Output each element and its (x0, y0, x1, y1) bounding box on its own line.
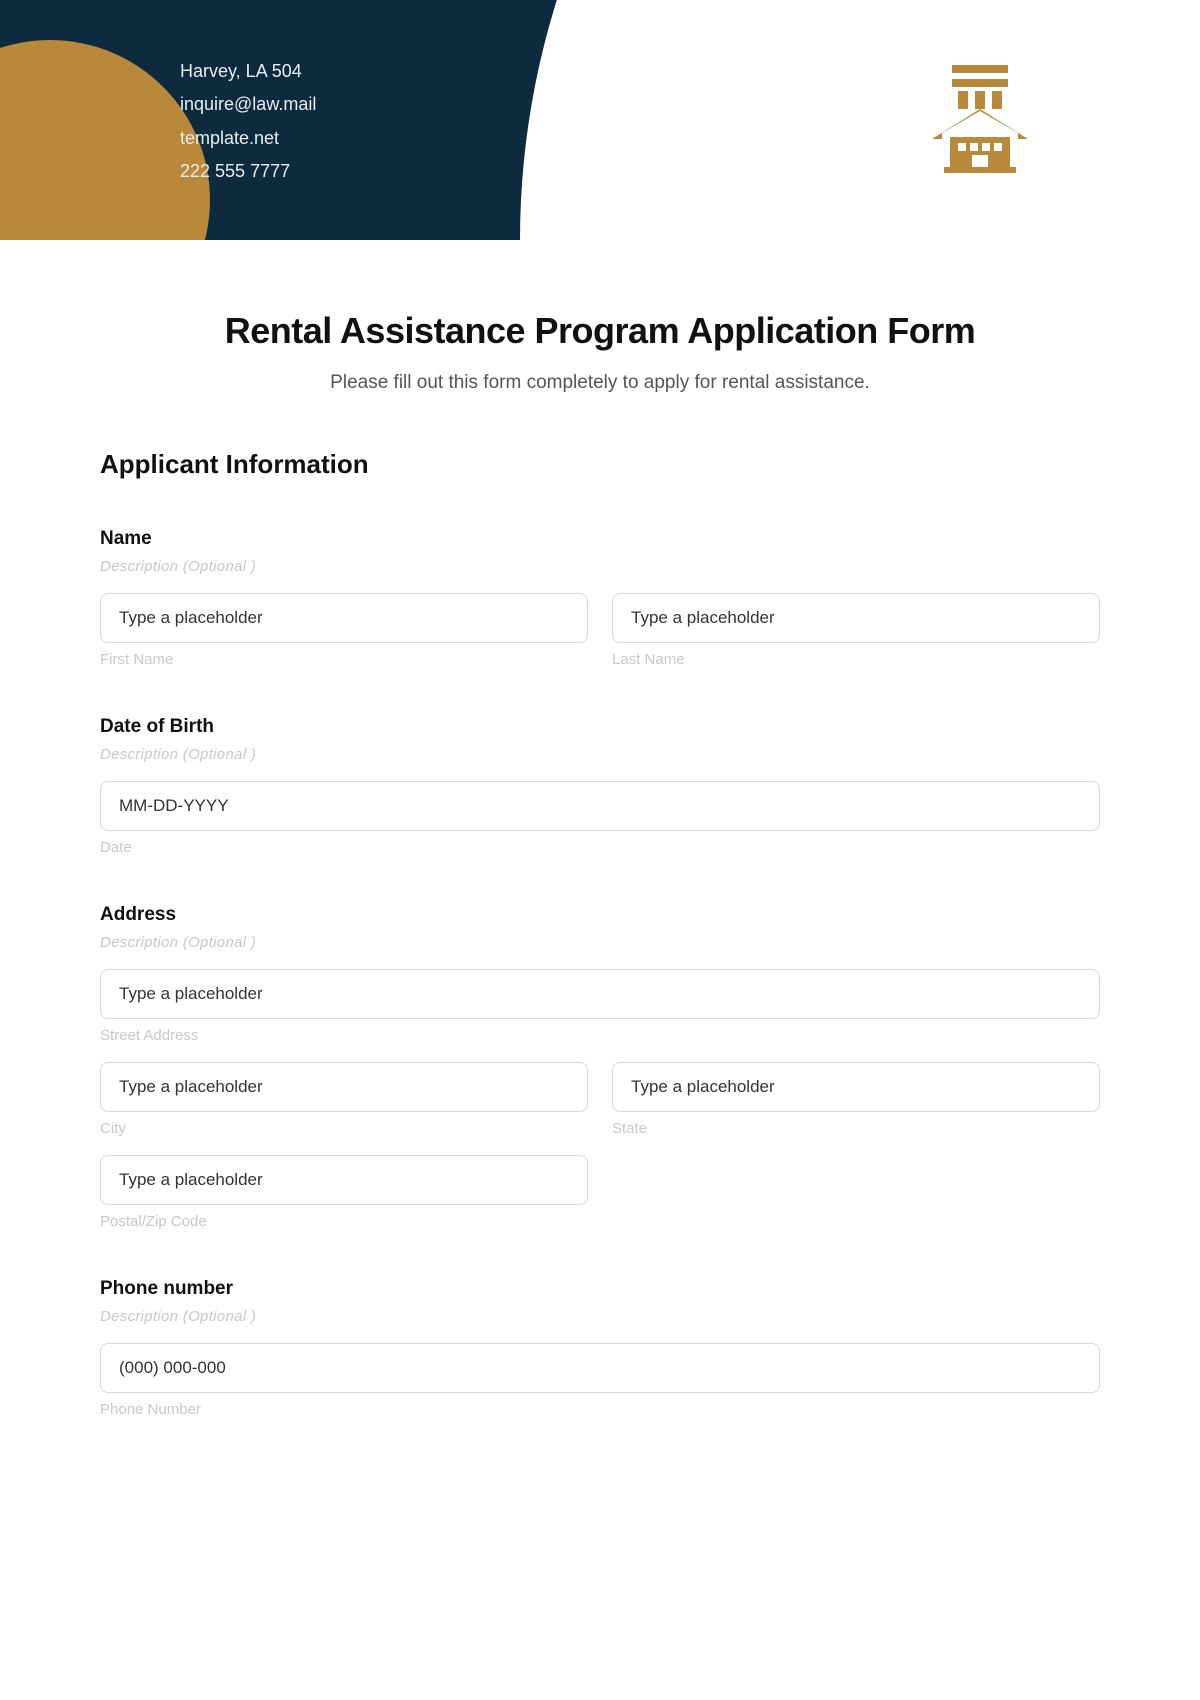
page-subtitle: Please fill out this form completely to … (100, 372, 1100, 394)
field-group-phone: Phone number Description (Optional ) Pho… (100, 1278, 1100, 1418)
desc-name: Description (Optional ) (100, 558, 1100, 575)
contact-website: template.net (180, 122, 316, 155)
street-address-input[interactable] (100, 969, 1100, 1019)
state-input[interactable] (612, 1062, 1100, 1112)
header-white-curve (520, 0, 1200, 240)
sublabel-last-name: Last Name (612, 651, 1100, 668)
sublabel-city: City (100, 1120, 588, 1137)
field-group-address: Address Description (Optional ) Street A… (100, 904, 1100, 1230)
contact-block: Harvey, LA 504 inquire@law.mail template… (180, 55, 316, 188)
sublabel-street: Street Address (100, 1027, 1100, 1044)
page-header: Harvey, LA 504 inquire@law.mail template… (0, 0, 1200, 240)
dob-input[interactable] (100, 781, 1100, 831)
field-group-dob: Date of Birth Description (Optional ) Da… (100, 716, 1100, 856)
desc-phone: Description (Optional ) (100, 1308, 1100, 1325)
label-name: Name (100, 528, 1100, 550)
sublabel-phone: Phone Number (100, 1401, 1100, 1418)
first-name-input[interactable] (100, 593, 588, 643)
postal-code-input[interactable] (100, 1155, 588, 1205)
contact-address: Harvey, LA 504 (180, 55, 316, 88)
form-content: Rental Assistance Program Application Fo… (0, 240, 1200, 1418)
company-logo-icon (920, 65, 1040, 180)
sublabel-dob: Date (100, 839, 1100, 856)
section-applicant-info: Applicant Information (100, 449, 1100, 480)
label-phone: Phone number (100, 1278, 1100, 1300)
last-name-input[interactable] (612, 593, 1100, 643)
sublabel-postal: Postal/Zip Code (100, 1213, 588, 1230)
sublabel-first-name: First Name (100, 651, 588, 668)
field-group-name: Name Description (Optional ) First Name … (100, 528, 1100, 668)
city-input[interactable] (100, 1062, 588, 1112)
desc-address: Description (Optional ) (100, 934, 1100, 951)
label-address: Address (100, 904, 1100, 926)
contact-phone: 222 555 7777 (180, 155, 316, 188)
phone-number-input[interactable] (100, 1343, 1100, 1393)
desc-dob: Description (Optional ) (100, 746, 1100, 763)
contact-email: inquire@law.mail (180, 88, 316, 121)
label-dob: Date of Birth (100, 716, 1100, 738)
page-title: Rental Assistance Program Application Fo… (100, 310, 1100, 352)
sublabel-state: State (612, 1120, 1100, 1137)
